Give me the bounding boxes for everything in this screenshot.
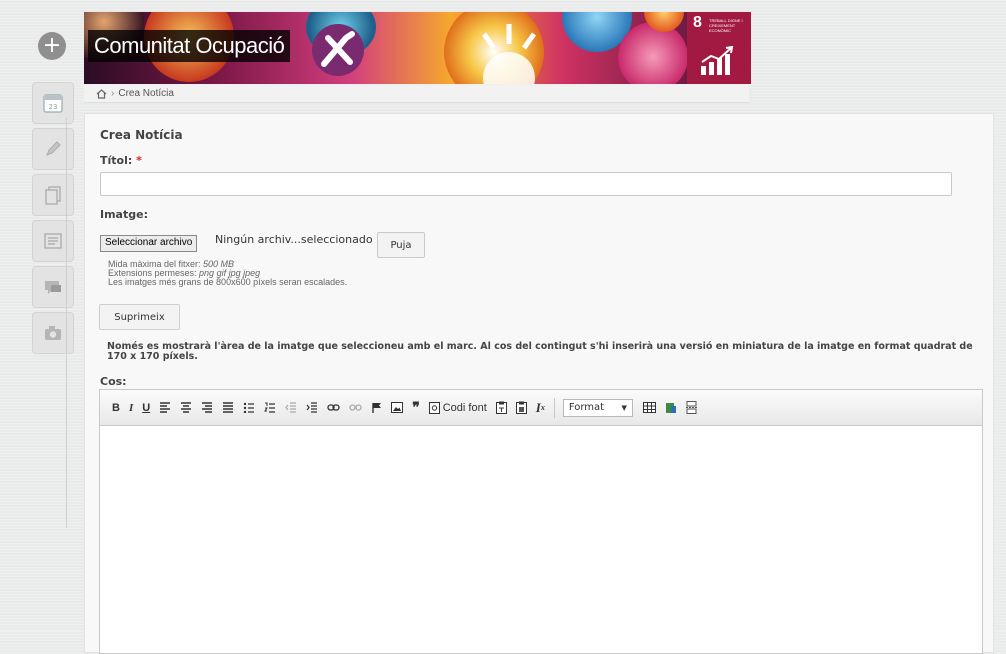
italic-label: I (128, 401, 134, 414)
spreadsheet-icon[interactable] (665, 402, 677, 414)
hint-scaling: Les imatges més grans de 800x600 píxels … (108, 277, 348, 287)
indent-icon[interactable] (306, 402, 318, 413)
title-input[interactable] (100, 172, 952, 196)
image-label: Imatge: (100, 208, 148, 221)
bold-label: B (112, 401, 120, 414)
sidebar-item-documents[interactable] (32, 174, 74, 216)
sdg-number: 8 (693, 14, 702, 31)
chevron-down-icon: ▼ (621, 403, 627, 412)
editor-toolbar: B I U ❞ Codi font Ix Format ▼ (100, 390, 982, 426)
breadcrumb-current: Crea Notícia (118, 88, 174, 99)
sdg-text: TREBALL DIGNE I CREIXEMENT ECONÒMIC (709, 18, 743, 33)
title-label: Títol: * (100, 154, 142, 167)
sidebar-item-list[interactable] (32, 220, 74, 262)
page-title: Crea Notícia (100, 128, 183, 142)
align-justify-icon[interactable] (222, 402, 234, 413)
breadcrumb-separator: › (111, 88, 115, 99)
paste-text-icon[interactable] (495, 401, 507, 414)
upload-hints: Mida màxima del fitxer: 500 MB Extension… (108, 260, 347, 287)
header-banner: Comunitat Ocupació 8 TREBALL DIGNE I CRE… (84, 12, 751, 84)
align-right-icon[interactable] (201, 402, 213, 413)
growth-chart-icon (701, 46, 734, 75)
unlink-icon[interactable] (349, 403, 362, 412)
sidebar-divider (66, 118, 67, 528)
file-status: Ningún archiv...seleccionado (215, 233, 373, 246)
page-break-icon[interactable] (685, 401, 697, 414)
crop-note: Només es mostrarà l'àrea de la imatge qu… (107, 341, 973, 362)
delete-button[interactable]: Suprimeix (99, 304, 180, 330)
toolbar-separator (553, 397, 555, 418)
body-label: Cos: (100, 375, 127, 388)
camera-icon (45, 326, 61, 340)
list-icon (44, 233, 62, 249)
required-mark: * (136, 154, 142, 167)
anchor-flag-icon[interactable] (371, 402, 382, 414)
blockquote-icon[interactable]: ❞ (412, 399, 420, 416)
breadcrumb: › Crea Notícia (84, 85, 749, 103)
remove-format-icon[interactable]: Ix (536, 400, 545, 416)
italic-button[interactable]: I (129, 402, 133, 414)
comments-icon (45, 281, 61, 294)
numbered-list-icon[interactable] (264, 402, 276, 413)
sidebar-item-calendar[interactable]: 23 (32, 82, 74, 124)
documents-icon (45, 186, 61, 205)
align-left-icon[interactable] (159, 402, 171, 413)
bulleted-list-icon[interactable] (243, 402, 255, 413)
align-center-icon[interactable] (180, 402, 192, 413)
paste-word-icon[interactable] (515, 401, 527, 414)
sidebar-item-edit[interactable] (32, 128, 74, 170)
sdg-badge: 8 TREBALL DIGNE I CREIXEMENT ECONÒMIC (687, 12, 751, 84)
banner-title: Comunitat Ocupació (88, 30, 291, 62)
svg-text:23: 23 (49, 103, 58, 111)
choose-file-button[interactable]: Seleccionar archivo (100, 235, 198, 252)
create-news-form: Crea Notícia Títol: * Imatge: Selecciona… (84, 113, 994, 654)
underline-button[interactable]: U (142, 402, 150, 414)
calendar-icon: 23 (43, 94, 63, 113)
format-dropdown[interactable]: Format ▼ (562, 398, 633, 417)
editor-content-area[interactable] (100, 427, 982, 653)
source-icon (428, 401, 440, 414)
home-icon[interactable] (96, 88, 107, 99)
sun-icon (481, 24, 537, 84)
plus-icon: + (42, 33, 62, 58)
table-icon[interactable] (642, 402, 656, 413)
outdent-icon[interactable] (285, 402, 297, 413)
source-code-button[interactable]: Codi font (428, 401, 487, 414)
sidebar-item-camera[interactable] (32, 312, 74, 354)
pencil-icon (46, 141, 61, 156)
add-button[interactable]: + (38, 32, 66, 60)
sidebar-item-comments[interactable] (32, 266, 74, 308)
bold-button[interactable]: B (112, 402, 120, 414)
format-label: Format (568, 402, 605, 413)
link-icon[interactable] (327, 403, 340, 412)
image-icon[interactable] (391, 402, 404, 413)
source-code-label: Codi font (442, 401, 487, 414)
rich-text-editor: B I U ❞ Codi font Ix Format ▼ (99, 389, 983, 654)
upload-button[interactable]: Puja (377, 232, 425, 258)
tools-icon (312, 24, 364, 76)
title-label-text: Títol: (100, 154, 133, 167)
underline-label: U (142, 401, 151, 414)
